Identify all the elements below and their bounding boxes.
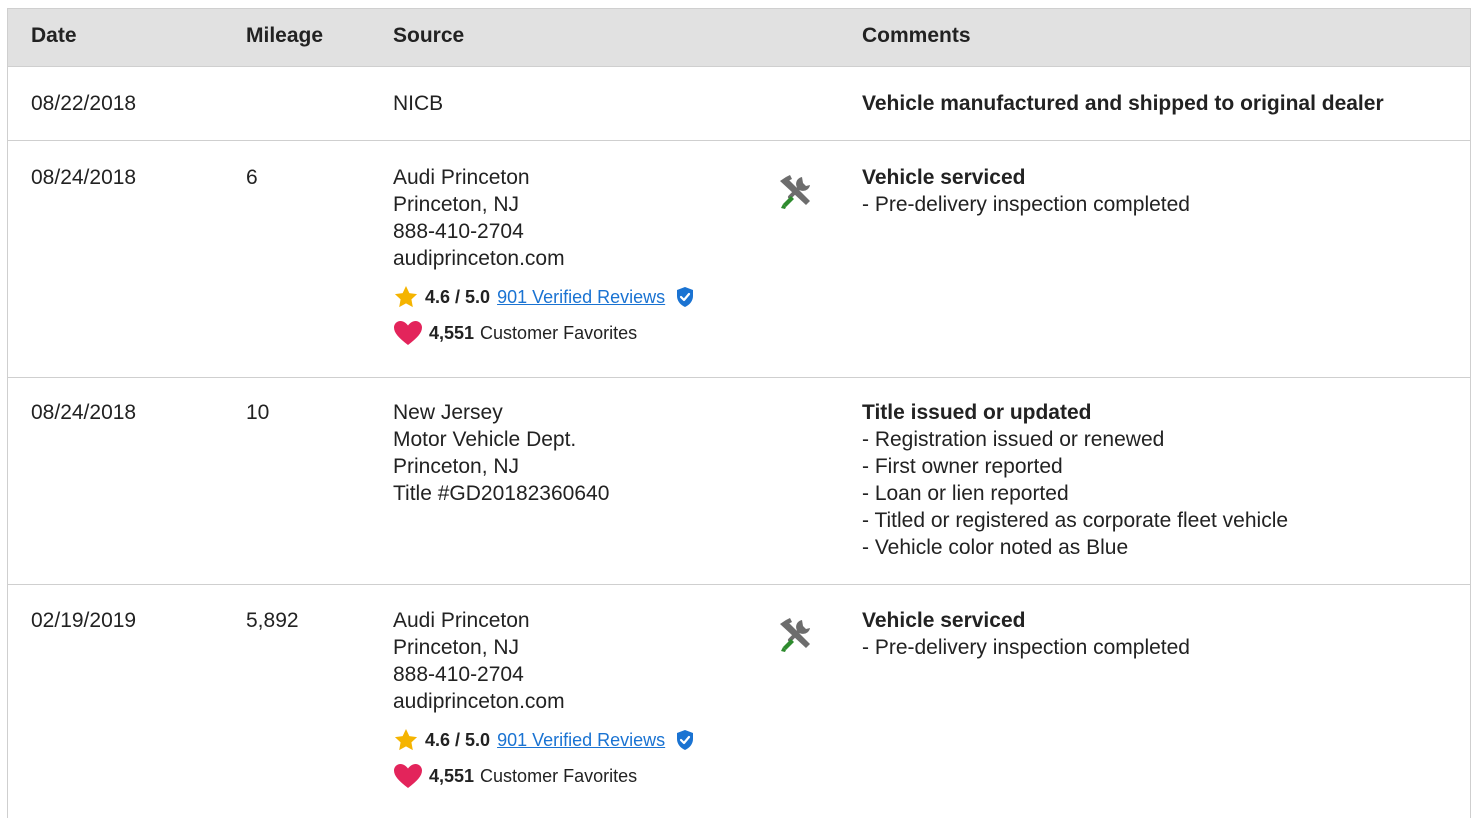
header-mileage: Mileage (246, 24, 324, 47)
favorites-count: 4,551 (429, 765, 475, 786)
row-comments: Title issued or updated - Registration i… (862, 399, 1288, 561)
dealer-rating: 4.6 / 5.0 901 Verified Reviews (393, 725, 695, 755)
row-mileage: 5,892 (246, 609, 299, 632)
source-line: Princeton, NJ (393, 455, 520, 478)
row-comment-item: - Pre-delivery inspection completed (862, 636, 1190, 659)
source-line: 888-410-2704 (393, 220, 524, 243)
verified-badge-icon (677, 730, 694, 750)
source-line: 888-410-2704 (393, 663, 524, 686)
table-header: Date Mileage Source Comments (8, 9, 1470, 67)
service-tools-icon (776, 173, 816, 220)
row-comment-item: - Pre-delivery inspection completed (862, 193, 1190, 216)
heart-icon (394, 321, 422, 345)
source-line: NICB (393, 92, 444, 115)
source-line: Princeton, NJ (393, 636, 520, 659)
row-comment-item: - Titled or registered as corporate flee… (862, 509, 1289, 532)
header-comments: Comments (862, 24, 971, 47)
table-row: 08/24/2018 10 New Jersey Motor Vehicle D… (8, 378, 1470, 585)
source-line: Audi Princeton (393, 609, 530, 632)
row-comment-title: Vehicle manufactured and shipped to orig… (862, 92, 1384, 115)
source-line: Title #GD20182360640 (393, 482, 610, 505)
rating-value: 4.6 / 5.0 (425, 286, 491, 307)
row-date: 08/24/2018 (31, 401, 137, 424)
row-comment-title: Title issued or updated (862, 401, 1092, 424)
row-mileage: 6 (246, 166, 258, 189)
row-comment-item: - Loan or lien reported (862, 482, 1069, 505)
verified-reviews-link[interactable]: 901 Verified Reviews (497, 727, 665, 754)
row-mileage: 10 (246, 401, 270, 424)
row-source: NICB (393, 90, 443, 117)
source-line: New Jersey (393, 401, 503, 424)
rating-value: 4.6 / 5.0 (425, 729, 491, 750)
row-comments: Vehicle serviced - Pre-delivery inspecti… (862, 607, 1190, 661)
dealer-rating: 4.6 / 5.0 901 Verified Reviews (393, 282, 695, 312)
favorites-count: 4,551 (429, 322, 475, 343)
row-comment-item: - Registration issued or renewed (862, 428, 1165, 451)
source-line: audiprinceton.com (393, 247, 565, 270)
row-source: Audi Princeton Princeton, NJ 888-410-270… (393, 164, 695, 348)
row-comment-item: - Vehicle color noted as Blue (862, 536, 1129, 559)
row-comment-item: - First owner reported (862, 455, 1063, 478)
row-comment-title: Vehicle serviced (862, 609, 1026, 632)
row-date: 08/24/2018 (31, 166, 137, 189)
star-icon (394, 285, 418, 308)
source-line: audiprinceton.com (393, 690, 565, 713)
table-row: 02/19/2019 5,892 Audi Princeton Princeto… (8, 585, 1470, 818)
star-icon (394, 728, 418, 751)
source-line: Audi Princeton (393, 166, 530, 189)
table-row: 08/22/2018 NICB Vehicle manufactured and… (8, 67, 1470, 141)
source-line: Princeton, NJ (393, 193, 520, 216)
row-date: 02/19/2019 (31, 609, 137, 632)
row-source: Audi Princeton Princeton, NJ 888-410-270… (393, 607, 695, 791)
service-tools-icon (776, 616, 816, 663)
row-comment-title: Vehicle serviced (862, 166, 1026, 189)
header-source: Source (393, 24, 465, 47)
heart-icon (394, 764, 422, 788)
favorites-label: Customer Favorites (480, 322, 638, 343)
vehicle-history-table: Date Mileage Source Comments 08/22/2018 … (7, 8, 1471, 818)
row-source: New Jersey Motor Vehicle Dept. Princeton… (393, 399, 609, 507)
source-line: Motor Vehicle Dept. (393, 428, 577, 451)
verified-badge-icon (677, 287, 694, 307)
verified-reviews-link[interactable]: 901 Verified Reviews (497, 284, 665, 311)
favorites-label: Customer Favorites (480, 765, 638, 786)
table-row: 08/24/2018 6 Audi Princeton Princeton, N… (8, 141, 1470, 378)
row-comments: Vehicle serviced - Pre-delivery inspecti… (862, 164, 1190, 218)
customer-favorites: 4,551 Customer Favorites (393, 318, 695, 348)
customer-favorites: 4,551 Customer Favorites (393, 761, 695, 791)
header-date: Date (31, 24, 77, 47)
row-date: 08/22/2018 (31, 92, 137, 115)
